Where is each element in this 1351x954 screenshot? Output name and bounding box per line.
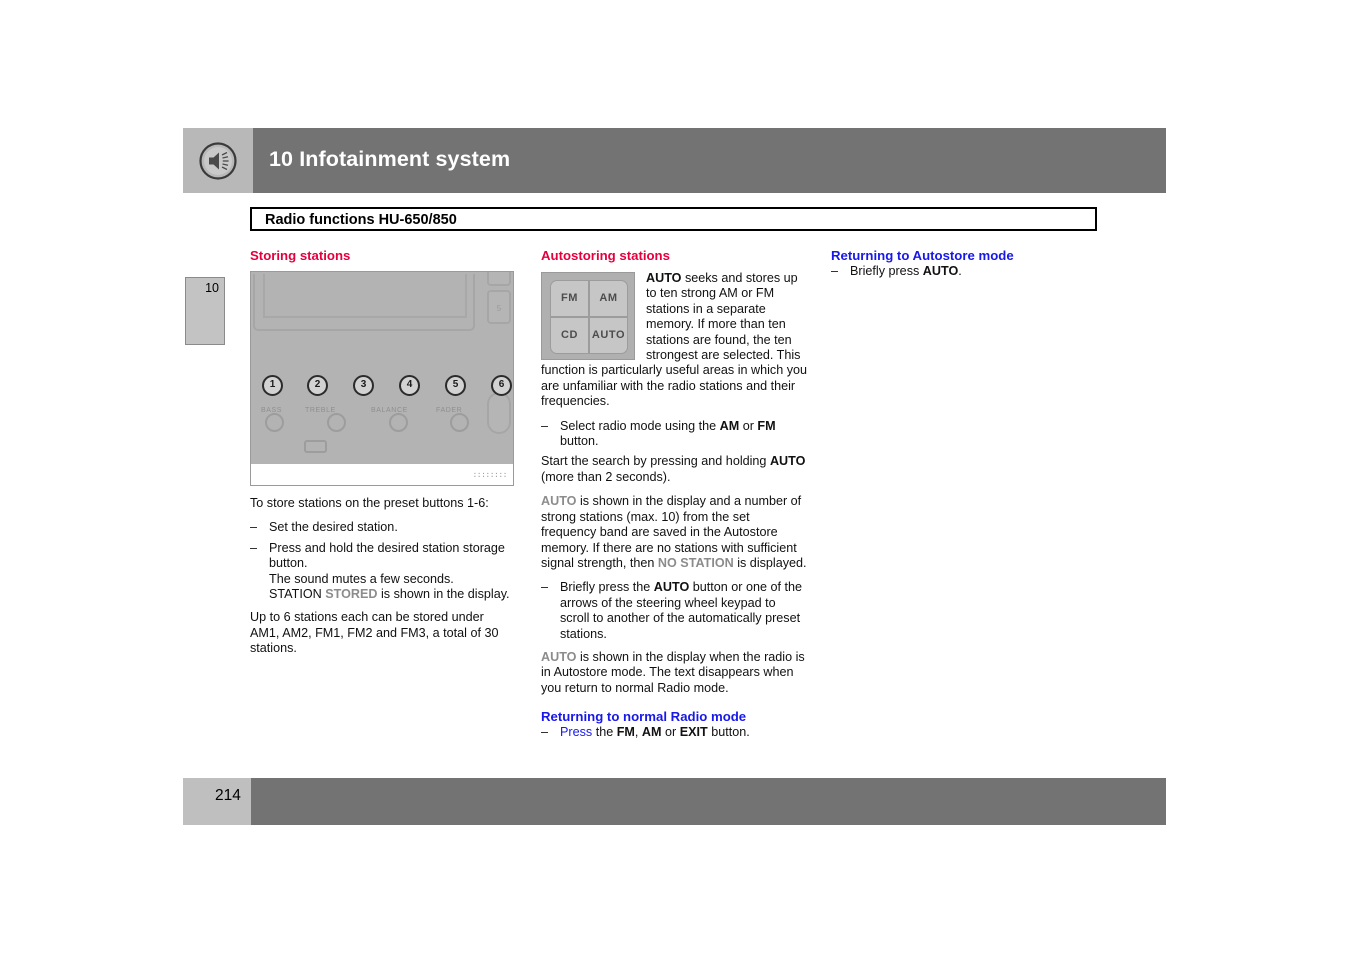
middle-para-3-b: is displayed. [733,555,807,570]
keypad-key-am: AM [589,280,628,317]
chapter-tab-number: 10 [205,281,219,295]
speaker-icon [199,142,237,180]
middle-para-2: Start the search by pressing and holding… [541,454,807,485]
keypad-key-auto: AUTO [589,317,628,354]
bullet-text-a: Briefly press [850,264,923,278]
knob-balance [389,413,408,432]
middle-para-4: AUTO is shown in the display when the ra… [541,650,807,696]
page-number-box: 214 [183,778,251,825]
left-intro-text: To store stations on the preset buttons … [250,496,489,510]
page-title: 10 Infotainment system [269,147,511,171]
section-title: Radio functions HU-650/850 [265,212,457,228]
bullet-text-or: or [661,725,680,740]
bullet-text-b: . [958,264,962,278]
list-item: – Briefly press the AUTO button or one o… [541,580,807,642]
preset-button-6: 6 [491,375,512,396]
column-middle: Autostoring stations FM AM CD AUTO AUTO … [541,248,807,746]
bullet-text-a: Select radio mode using the [560,418,720,433]
bold-auto-2: AUTO [769,454,806,469]
bullet-text-main: Press and hold the desired station stora… [269,540,505,571]
list-item: – Press and hold the desired station sto… [250,541,516,603]
bullet-text-a: Briefly press the [560,580,654,595]
display-text-stored: STORED [325,587,378,602]
link-press[interactable]: Press [560,725,592,739]
middle-para-2-b: (more than 2 seconds). [541,469,671,484]
footer-bar [251,778,1166,825]
bullet-text-e: button. [707,725,750,740]
bullet-dash: – [250,540,258,555]
column-left: Storing stations 5 1 2 3 4 5 6 BASS TREB… [250,248,516,666]
display-text-auto-2: AUTO [541,649,577,664]
bold-am-2: AM [641,725,662,740]
header-icon-box [183,128,253,193]
heading-autostoring-stations: Autostoring stations [541,248,670,263]
middle-para-3: AUTO is shown in the display and a numbe… [541,494,807,571]
radio-image-footer-strip: :::::::: [251,464,513,485]
bullet-dash: – [831,264,839,278]
radio-side-button-5: 5 [487,290,511,324]
chapter-tab: 10 [185,277,225,345]
radio-display-panel [253,274,475,331]
image-watermark: :::::::: [472,469,507,479]
middle-para-4-text: is shown in the display when the radio i… [541,649,805,695]
radio-display-inner [263,274,467,318]
column-right: Returning to Autostore mode – Briefly pr… [831,248,1097,284]
keypad-key-fm: FM [550,280,589,317]
heading-returning-normal-radio-mode: Returning to normal Radio mode [541,709,747,725]
preset-button-1: 1 [262,375,283,396]
knob-fader [450,413,469,432]
radio-faceplate-illustration: 5 1 2 3 4 5 6 BASS TREBLE BALANCE FADER … [250,271,514,486]
preset-button-2: 2 [307,375,328,396]
bullet-text-station: STATION [269,587,326,602]
bullet-dash: – [541,418,549,433]
list-item: – Select radio mode using the AM or FM b… [541,419,807,450]
radio-keypad-figure: FM AM CD AUTO [541,272,635,360]
manual-page: 10 Infotainment system Radio functions H… [0,0,1351,954]
preset-button-4: 4 [399,375,420,396]
keypad-grid: FM AM CD AUTO [550,280,628,354]
knob-treble [327,413,346,432]
display-text-no-station: NO STATION [657,555,734,570]
list-item: – Set the desired station. [250,520,516,535]
page-number: 214 [215,787,241,804]
radio-small-button [304,440,327,453]
bullet-text-shown: is shown in the display. [377,587,510,602]
left-outro-text: Up to 6 stations each can be stored unde… [250,610,499,656]
preset-button-5: 5 [445,375,466,396]
bullet-text-or: or [739,418,758,433]
bold-auto: AUTO [646,271,682,285]
bold-auto-4: AUTO [922,264,959,278]
bold-fm: FM [757,418,776,433]
bullet-text-comma: , [634,725,642,740]
bold-auto-3: AUTO [653,580,690,595]
radio-keypad-illustration: FM AM CD AUTO [541,272,635,360]
list-item: – Press the FM, AM or EXIT button. [541,725,807,740]
knob-bass [265,413,284,432]
bold-fm-2: FM [616,725,635,740]
section-title-box: Radio functions HU-650/850 [250,207,1097,231]
preset-button-3: 3 [353,375,374,396]
bullet-dash: – [250,520,258,535]
list-item: – Briefly press AUTO. [831,264,1097,279]
bullet-text-mute: The sound mutes a few seconds. [269,571,454,586]
heading-storing-stations: Storing stations [250,248,351,263]
middle-para-2-a: Start the search by pressing and holding [541,454,770,469]
bullet-text-a: the [592,725,617,740]
keypad-key-cd: CD [550,317,589,354]
bullet-text: Set the desired station. [269,520,398,535]
bullet-dash: – [541,725,549,740]
display-text-auto: AUTO [541,494,577,509]
bold-am: AM [719,418,740,433]
bullet-text-d: button. [560,434,599,449]
bold-exit: EXIT [679,725,708,740]
heading-returning-autostore-mode: Returning to Autostore mode [831,248,1014,263]
radio-side-button-top [487,272,511,286]
page-header: 10 Infotainment system [183,128,1166,193]
bullet-dash: – [541,580,549,595]
radio-side-button-bottom [487,392,511,434]
